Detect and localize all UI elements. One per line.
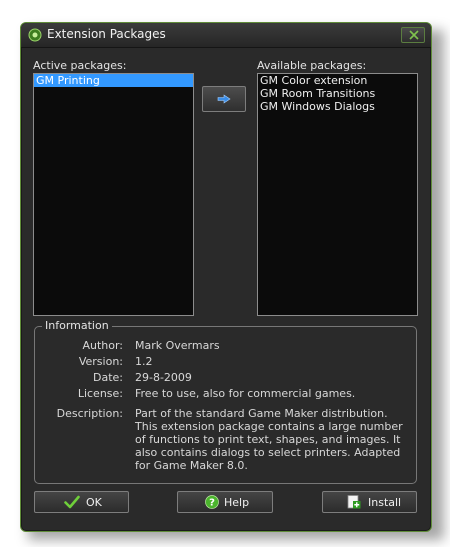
help-button[interactable]: ? Help bbox=[177, 491, 273, 513]
add-package-button[interactable] bbox=[202, 86, 246, 112]
license-label: License: bbox=[77, 387, 123, 400]
install-icon bbox=[347, 495, 361, 509]
install-label: Install bbox=[368, 496, 402, 509]
help-icon: ? bbox=[205, 495, 219, 509]
svg-text:?: ? bbox=[209, 498, 215, 509]
version-value: 1.2 bbox=[135, 355, 153, 368]
information-title: Information bbox=[42, 319, 112, 332]
date-label: Date: bbox=[93, 371, 123, 384]
extension-packages-dialog: Extension Packages Active packages: GM P… bbox=[20, 22, 432, 532]
author-label: Author: bbox=[82, 339, 123, 352]
arrow-right-icon bbox=[217, 94, 231, 104]
list-item[interactable]: GM Windows Dialogs bbox=[258, 100, 417, 113]
available-packages-label: Available packages: bbox=[257, 59, 367, 72]
license-value: Free to use, also for commercial games. bbox=[135, 387, 356, 400]
install-button[interactable]: Install bbox=[322, 491, 417, 513]
window-title: Extension Packages bbox=[47, 27, 166, 41]
ok-button[interactable]: OK bbox=[34, 491, 129, 513]
close-icon bbox=[409, 30, 419, 40]
author-value: Mark Overmars bbox=[135, 339, 220, 352]
description-value: Part of the standard Game Maker distribu… bbox=[135, 407, 403, 472]
checkmark-icon bbox=[64, 495, 80, 509]
active-packages-list[interactable]: GM Printing bbox=[33, 73, 194, 316]
ok-label: OK bbox=[86, 496, 102, 509]
date-value: 29-8-2009 bbox=[135, 371, 192, 384]
available-packages-list[interactable]: GM Color extension GM Room Transitions G… bbox=[257, 73, 418, 316]
help-label: Help bbox=[224, 496, 250, 509]
version-label: Version: bbox=[78, 355, 123, 368]
description-label: Description: bbox=[56, 407, 123, 420]
list-item[interactable]: GM Printing bbox=[34, 74, 193, 87]
game-maker-icon bbox=[28, 27, 42, 42]
information-group: Information Author: Mark Overmars Versio… bbox=[34, 319, 417, 484]
list-item[interactable]: GM Color extension bbox=[258, 74, 417, 87]
active-packages-label: Active packages: bbox=[33, 59, 127, 72]
title-bar[interactable]: Extension Packages bbox=[21, 23, 431, 48]
list-item[interactable]: GM Room Transitions bbox=[258, 87, 417, 100]
close-button[interactable] bbox=[401, 27, 425, 43]
